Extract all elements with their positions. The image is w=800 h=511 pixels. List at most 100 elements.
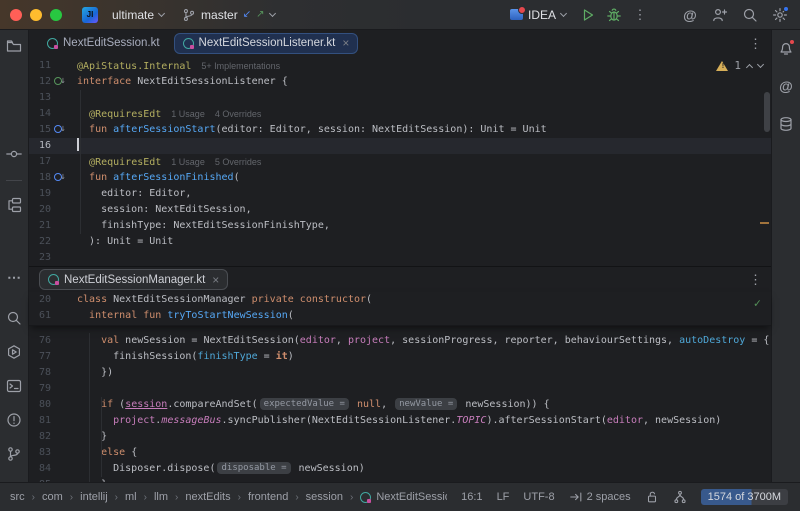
code-line-20[interactable]: 20class NextEditSessionManager private c… bbox=[29, 292, 771, 308]
title-bar: JI ultimate master ↙ ↗ IDEA ⋮ @ bbox=[0, 0, 800, 30]
code-line-77[interactable]: 77 finishSession(finishType = it) bbox=[29, 349, 771, 365]
caret-position-widget[interactable]: 16:1 bbox=[461, 491, 482, 503]
previous-problem-button[interactable] bbox=[746, 63, 753, 70]
tab-NextEditSession.kt[interactable]: NextEditSession.kt bbox=[39, 33, 168, 54]
terminal-icon[interactable] bbox=[4, 376, 24, 396]
code-line-14[interactable]: 14 @RequiresEdt1 Usage4 Overrides bbox=[29, 106, 771, 122]
debug-button[interactable] bbox=[604, 5, 624, 25]
branch-icon[interactable] bbox=[4, 444, 24, 464]
close-tab-icon[interactable]: × bbox=[212, 274, 219, 286]
folder-icon[interactable] bbox=[4, 36, 24, 56]
line-separator-widget[interactable]: LF bbox=[497, 491, 510, 503]
inlay-hint[interactable]: 1 Usage bbox=[171, 157, 205, 167]
project-selector[interactable]: ultimate bbox=[106, 5, 170, 25]
tab-label: NextEditSession.kt bbox=[63, 37, 160, 49]
breadcrumb-item[interactable]: session bbox=[306, 491, 343, 503]
breadcrumb-item[interactable]: intellij bbox=[80, 491, 108, 503]
code-line-76[interactable]: 76 val newSession = NextEditSession(edit… bbox=[29, 333, 771, 349]
code-line-21[interactable]: 21 finishType: NextEditSessionFinishType… bbox=[29, 218, 771, 234]
code-line-81[interactable]: 81 project.messageBus.syncPublisher(Next… bbox=[29, 413, 771, 429]
breadcrumb-file[interactable]: NextEditSessionListener bbox=[360, 491, 447, 503]
close-tab-icon[interactable]: × bbox=[342, 37, 349, 49]
tab-NextEditSessionManager[interactable]: NextEditSessionManager.kt × bbox=[39, 269, 228, 290]
sticky-lines[interactable]: ✓ 20class NextEditSessionManager private… bbox=[29, 292, 771, 326]
breadcrumb-item[interactable]: frontend bbox=[248, 491, 288, 503]
inspections-ok-icon[interactable]: ✓ bbox=[754, 296, 761, 310]
git-branch-icon bbox=[182, 8, 196, 22]
inlay-hint[interactable]: 4 Overrides bbox=[215, 109, 262, 119]
code-line-79[interactable]: 79 bbox=[29, 381, 771, 397]
problems-icon[interactable] bbox=[4, 410, 24, 430]
search-icon[interactable] bbox=[4, 308, 24, 328]
commit-icon[interactable] bbox=[4, 144, 24, 164]
editor-pane-top[interactable]: 1 11@ApiStatus.Internal5+ Implementation… bbox=[29, 56, 771, 266]
breadcrumb-file-label: NextEditSessionListener bbox=[376, 491, 447, 503]
code-line-82[interactable]: 82 } bbox=[29, 429, 771, 445]
code-line-11[interactable]: 11@ApiStatus.Internal5+ Implementations bbox=[29, 58, 771, 74]
fullscreen-window-button[interactable] bbox=[50, 9, 62, 21]
branch-selector[interactable]: master ↙ ↗ bbox=[176, 5, 280, 25]
indent-widget[interactable]: 2 spaces bbox=[569, 490, 631, 504]
more-h-icon[interactable]: ⋯ bbox=[4, 267, 24, 287]
readonly-toggle[interactable] bbox=[645, 490, 659, 504]
git-widget[interactable] bbox=[673, 490, 687, 504]
code-line-23[interactable]: 23 bbox=[29, 250, 771, 266]
code-line-18[interactable]: 18 fun afterSessionFinished( bbox=[29, 170, 771, 186]
scrollbar-thumb[interactable] bbox=[764, 92, 770, 132]
next-problem-button[interactable] bbox=[757, 60, 764, 67]
structure-icon[interactable] bbox=[4, 195, 24, 215]
code-line-22[interactable]: 22 ): Unit = Unit bbox=[29, 234, 771, 250]
code-line-20[interactable]: 20 session: NextEditSession, bbox=[29, 202, 771, 218]
editor-tab-bar: NextEditSession.kt NextEditSessionListene… bbox=[29, 30, 771, 56]
gear-icon[interactable] bbox=[770, 5, 790, 25]
minimize-window-button[interactable] bbox=[30, 9, 42, 21]
line-number: 23 bbox=[29, 250, 51, 266]
more-actions-button[interactable]: ⋮ bbox=[630, 5, 650, 25]
inlay-hint[interactable]: 5+ Implementations bbox=[201, 61, 280, 71]
inspections-widget[interactable]: 1 bbox=[716, 59, 763, 72]
ai-icon[interactable]: @ bbox=[680, 5, 700, 25]
breadcrumb-item[interactable]: ml bbox=[125, 491, 137, 503]
code-line-17[interactable]: 17 @RequiresEdt1 Usage5 Overrides bbox=[29, 154, 771, 170]
ai-icon[interactable]: @ bbox=[776, 76, 796, 96]
breadcrumb-item[interactable]: llm bbox=[154, 491, 168, 503]
code-line-16[interactable]: 16 bbox=[29, 138, 771, 154]
code-line-13[interactable]: 13 bbox=[29, 90, 771, 106]
breadcrumb-item[interactable]: com bbox=[42, 491, 63, 503]
warning-stripe-mark[interactable] bbox=[760, 222, 769, 224]
tab-NextEditSessionListener.kt[interactable]: NextEditSessionListener.kt× bbox=[174, 33, 359, 54]
line-number: 16 bbox=[29, 138, 51, 154]
line-number: 79 bbox=[29, 381, 51, 397]
db-icon[interactable] bbox=[776, 114, 796, 134]
code-text: fun afterSessionStart(editor: Editor, se… bbox=[65, 122, 547, 138]
breadcrumb-item[interactable]: src bbox=[10, 491, 25, 503]
close-window-button[interactable] bbox=[10, 9, 22, 21]
tab-options-button[interactable]: ⋮ bbox=[749, 273, 762, 286]
editor-pane-bottom[interactable]: 76 val newSession = NextEditSession(edit… bbox=[29, 326, 771, 482]
tab-options-button[interactable]: ⋮ bbox=[749, 37, 762, 50]
code-line-61[interactable]: 61 internal fun tryToStartNewSession( bbox=[29, 308, 771, 324]
person-add-icon[interactable] bbox=[710, 5, 730, 25]
gutter bbox=[51, 333, 65, 349]
encoding-widget[interactable]: UTF-8 bbox=[523, 491, 554, 503]
run-button[interactable] bbox=[578, 5, 598, 25]
breadcrumb-item[interactable]: nextEdits bbox=[185, 491, 230, 503]
services-icon[interactable] bbox=[4, 342, 24, 362]
gutter bbox=[51, 250, 65, 266]
code-line-80[interactable]: 80 if (session.compareAndSet(expectedVal… bbox=[29, 397, 771, 413]
search-icon[interactable] bbox=[740, 5, 760, 25]
memory-indicator[interactable]: 1574 of 3700M bbox=[701, 489, 788, 505]
run-configuration-selector[interactable]: IDEA bbox=[504, 5, 572, 25]
inlay-hint[interactable]: 5 Overrides bbox=[215, 157, 262, 167]
code-line-83[interactable]: 83 else { bbox=[29, 445, 771, 461]
code-line-19[interactable]: 19 editor: Editor, bbox=[29, 186, 771, 202]
code-line-15[interactable]: 15 fun afterSessionStart(editor: Editor,… bbox=[29, 122, 771, 138]
code-line-78[interactable]: 78 }) bbox=[29, 365, 771, 381]
bell-icon[interactable] bbox=[776, 38, 796, 58]
code-line-84[interactable]: 84 Disposer.dispose(disposable = newSess… bbox=[29, 461, 771, 477]
implemented-marker-icon[interactable] bbox=[51, 170, 65, 186]
implemented-marker-icon[interactable] bbox=[51, 74, 65, 90]
inlay-hint[interactable]: 1 Usage bbox=[171, 109, 205, 119]
implemented-marker-icon[interactable] bbox=[51, 122, 65, 138]
code-line-12[interactable]: 12interface NextEditSessionListener { bbox=[29, 74, 771, 90]
